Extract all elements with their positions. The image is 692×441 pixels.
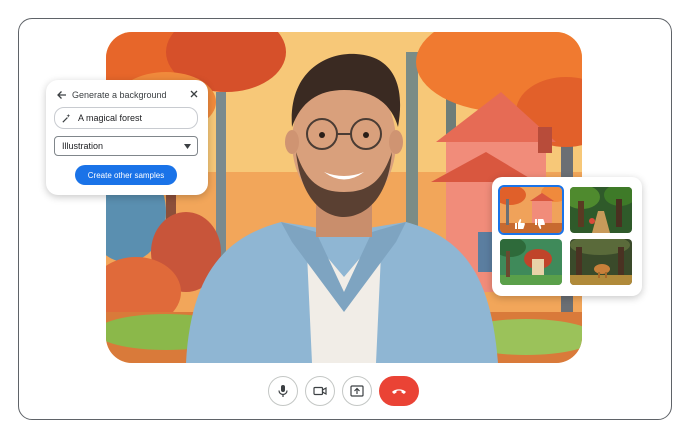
end-call-button[interactable] bbox=[379, 376, 419, 406]
chevron-down-icon bbox=[184, 144, 191, 149]
thumbs-up-icon[interactable] bbox=[514, 218, 526, 230]
background-samples-panel bbox=[492, 177, 642, 296]
generate-background-panel: Generate a background A magical forest I… bbox=[46, 80, 208, 195]
sample-thumbnail-magical-forest-house[interactable] bbox=[498, 185, 564, 235]
camera-button[interactable] bbox=[305, 376, 335, 406]
hang-up-icon bbox=[392, 389, 406, 394]
close-icon[interactable] bbox=[188, 88, 200, 100]
prompt-text: A magical forest bbox=[78, 113, 143, 123]
mic-button[interactable] bbox=[268, 376, 298, 406]
present-icon bbox=[350, 385, 364, 397]
style-dropdown[interactable]: Illustration bbox=[54, 136, 198, 156]
style-selected-value: Illustration bbox=[62, 141, 104, 151]
sample-thumbnail-forest-deer[interactable] bbox=[570, 239, 632, 285]
magic-wand-icon bbox=[62, 113, 71, 123]
present-screen-button[interactable] bbox=[342, 376, 372, 406]
thumbs-down-icon[interactable] bbox=[534, 218, 546, 230]
panel-header: Generate a background bbox=[56, 88, 200, 102]
sample-thumbnail-mushroom-house[interactable] bbox=[500, 239, 562, 285]
sample-image bbox=[570, 187, 632, 233]
sample-image bbox=[500, 187, 562, 233]
mic-icon bbox=[278, 385, 288, 397]
sample-image bbox=[500, 239, 562, 285]
sample-image bbox=[570, 239, 632, 285]
sample-thumbnail-forest-path[interactable] bbox=[570, 187, 632, 233]
prompt-input[interactable]: A magical forest bbox=[54, 107, 198, 129]
camera-icon bbox=[313, 386, 327, 396]
back-arrow-icon[interactable] bbox=[56, 89, 68, 101]
create-samples-button[interactable]: Create other samples bbox=[75, 165, 177, 185]
panel-title: Generate a background bbox=[72, 90, 167, 100]
